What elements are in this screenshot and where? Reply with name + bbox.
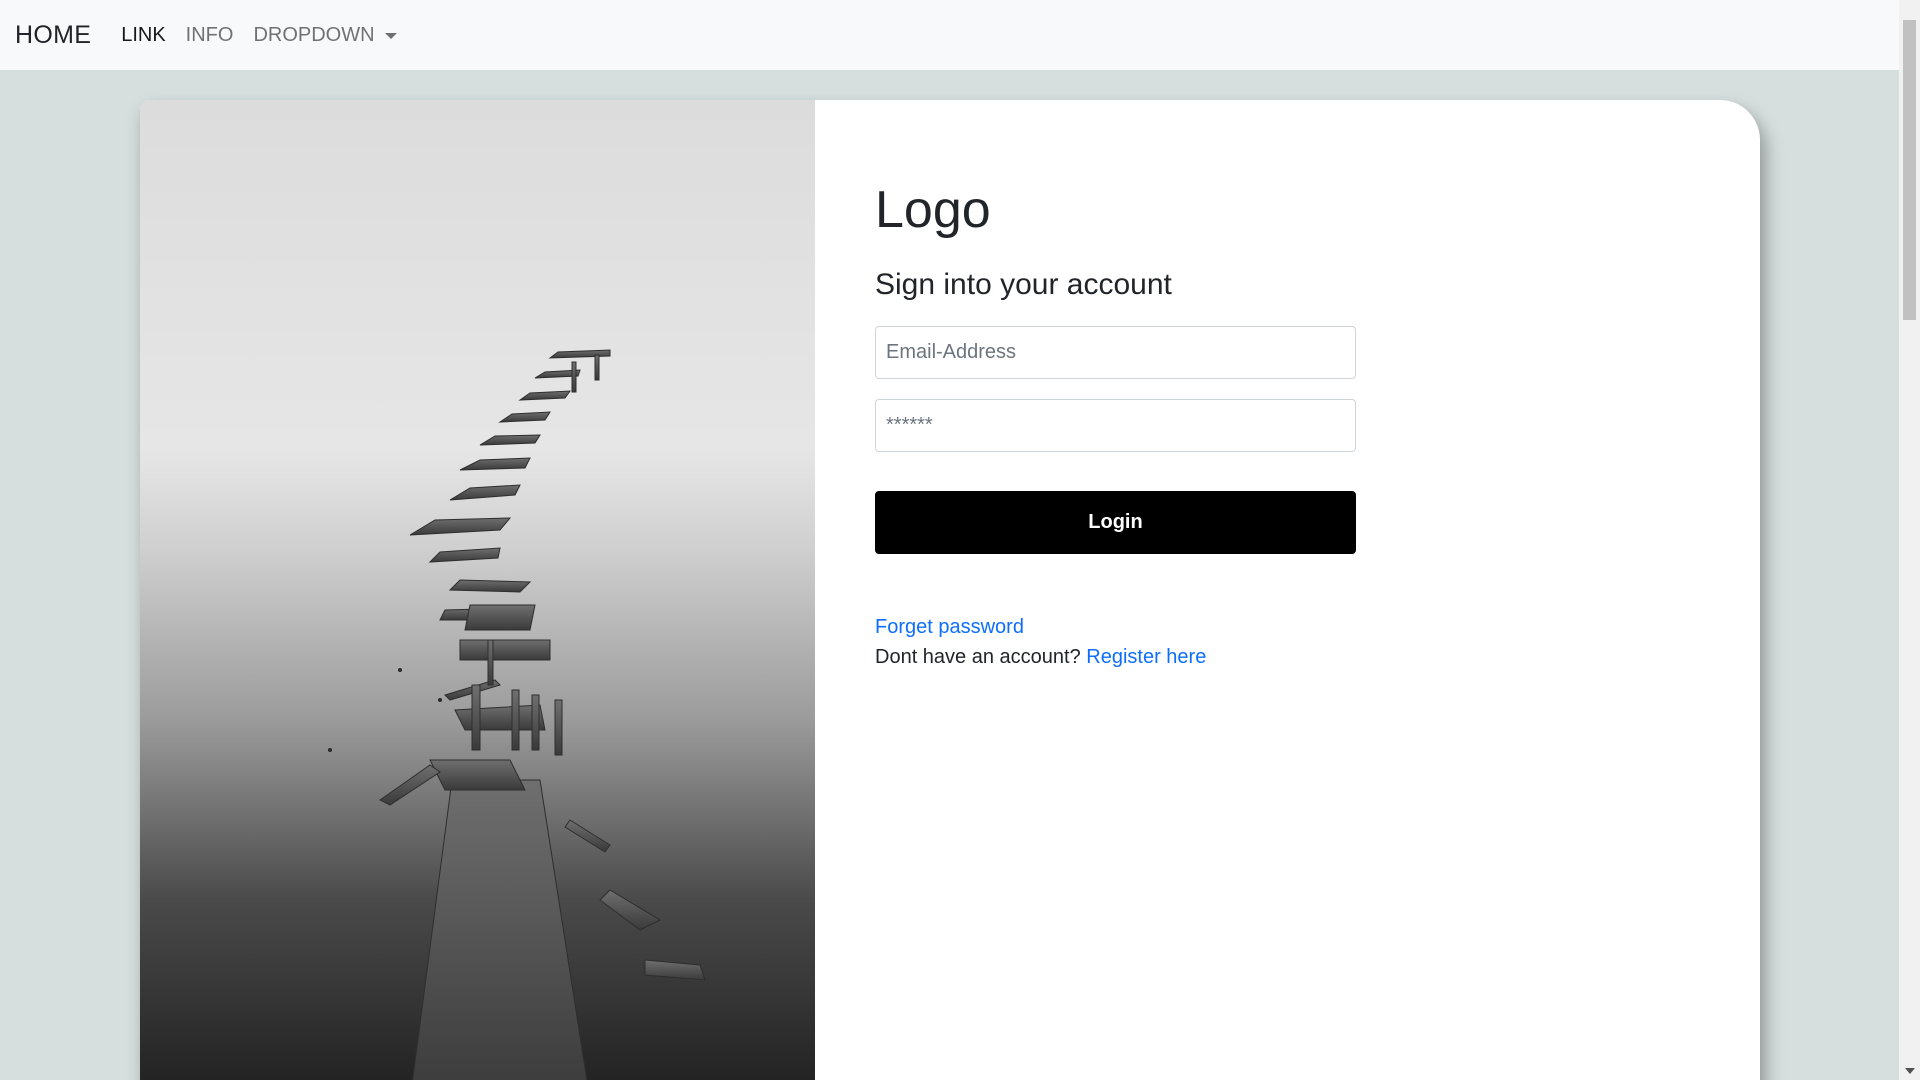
login-button[interactable]: Login <box>875 491 1356 554</box>
register-line: Dont have an account? Register here <box>875 646 1206 669</box>
forgot-password-link[interactable]: Forget password <box>875 616 1024 639</box>
nav-dropdown[interactable]: DROPDOWN <box>253 23 397 47</box>
login-form-panel: Logo Sign into your account Login Forget… <box>815 100 1760 1080</box>
top-navbar: HOME LINK INFO DROPDOWN <box>0 0 1899 70</box>
signin-subtitle: Sign into your account <box>875 268 1172 301</box>
caret-down-icon <box>384 33 397 39</box>
email-field[interactable] <box>875 326 1356 379</box>
password-field[interactable] <box>875 399 1356 452</box>
scrollbar-thumb[interactable] <box>1903 20 1916 320</box>
nav-dropdown-label: DROPDOWN <box>253 23 375 46</box>
nav-link-info[interactable]: INFO <box>186 24 234 47</box>
login-card: Logo Sign into your account Login Forget… <box>140 100 1760 1080</box>
navbar-brand-home[interactable]: HOME <box>15 21 91 50</box>
no-account-text: Dont have an account? <box>875 646 1081 668</box>
nav-link-link[interactable]: LINK <box>121 24 165 47</box>
arrow-down-icon[interactable] <box>1905 1068 1915 1074</box>
register-link[interactable]: Register here <box>1086 646 1206 668</box>
logo-text: Logo <box>875 181 991 239</box>
page-scrollbar[interactable] <box>1899 0 1920 1080</box>
pier-photo <box>140 100 815 1080</box>
